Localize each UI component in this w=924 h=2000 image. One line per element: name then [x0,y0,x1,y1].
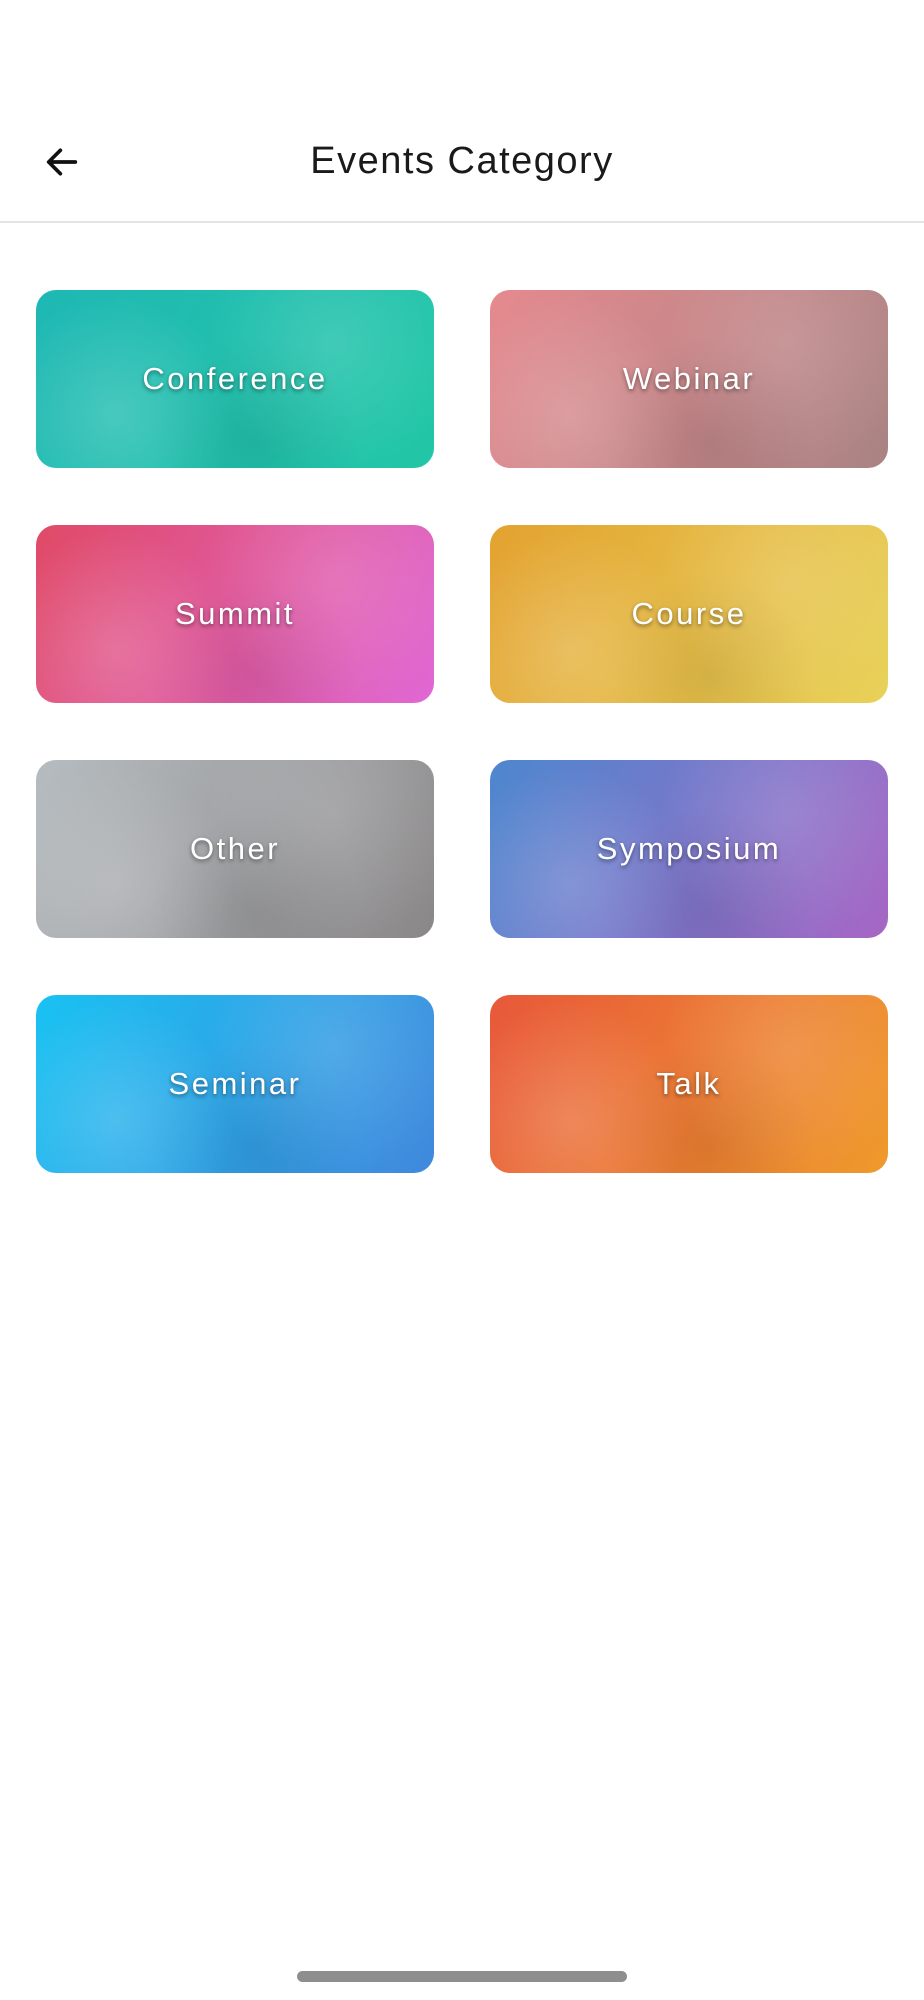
category-label: Conference [142,361,328,396]
category-card-seminar[interactable]: Seminar [36,995,434,1173]
category-card-summit[interactable]: Summit [36,525,434,703]
category-card-symposium[interactable]: Symposium [490,760,888,938]
category-label: Talk [656,1066,722,1101]
category-label: Other [189,831,281,866]
arrow-left-icon [46,148,78,176]
home-indicator[interactable] [297,1971,627,1982]
category-label: Summit [174,596,296,631]
category-label: Symposium [596,831,782,866]
back-button[interactable] [30,130,94,194]
category-label: Course [631,596,747,631]
category-label: Webinar [622,361,756,396]
app-header: Events Category [0,100,924,223]
category-label: Seminar [168,1066,302,1101]
category-grid: Conference Webinar Summit Course Other S… [36,290,888,1173]
category-card-webinar[interactable]: Webinar [490,290,888,468]
category-card-talk[interactable]: Talk [490,995,888,1173]
page-title: Events Category [310,140,614,182]
category-card-conference[interactable]: Conference [36,290,434,468]
category-card-other[interactable]: Other [36,760,434,938]
category-card-course[interactable]: Course [490,525,888,703]
